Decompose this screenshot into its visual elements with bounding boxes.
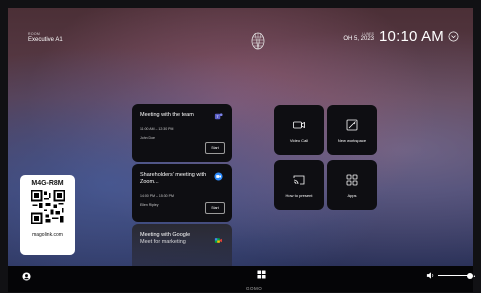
room-label: ROOM (28, 32, 41, 36)
qr-url: magolink.com (32, 232, 63, 238)
start-meeting-button[interactable]: Start (205, 142, 225, 154)
tile-label: New workspace (337, 137, 367, 143)
qr-sticker: M4G-R8M magolink.com (20, 175, 75, 255)
meeting-time: 14:00 PM – 15:30 PM (140, 194, 174, 198)
meeting-time: 11:00 AM – 12:30 PM (140, 127, 174, 131)
volume-slider[interactable] (438, 272, 473, 279)
home-grid-icon[interactable] (257, 270, 266, 279)
qr-code-icon (30, 190, 65, 224)
new-workspace-tile[interactable]: New workspace (327, 105, 377, 155)
apps-grid-icon (346, 174, 358, 185)
new-workspace-icon (346, 119, 358, 130)
meeting-card[interactable]: Meeting with the team T 11:00 AM – 12:30… (132, 104, 232, 162)
taskbar: GOMO ••• (8, 266, 476, 292)
start-meeting-button[interactable]: Start (205, 202, 225, 214)
apps-tile[interactable]: Apps (327, 160, 377, 210)
clock-widget: LUNES OH 5, 2023 10:10 AM (343, 28, 459, 45)
meeting-title: Meeting with the team (140, 112, 194, 118)
clock-day: LUNES (362, 31, 375, 36)
video-call-icon (293, 121, 305, 128)
room-info: ROOM Executive A1 (28, 32, 63, 43)
user-profile-icon[interactable] (22, 272, 31, 281)
pinecone-logo-icon (251, 32, 265, 50)
meeting-card[interactable]: Meeting with Google Meet for marketing (132, 224, 232, 266)
google-meet-icon (214, 238, 222, 243)
chevron-down-circle-icon[interactable] (448, 31, 459, 42)
volume-control[interactable] (426, 271, 473, 280)
meeting-subtitle: Meet for marketing (140, 239, 186, 245)
qr-code-label: M4G-R8M (31, 180, 64, 187)
how-to-present-tile[interactable]: How to present (274, 160, 324, 210)
home-screen: ROOM Executive A1 LUNES OH 5, 2023 10:10… (8, 8, 473, 266)
meeting-title: Meeting with Google (140, 232, 191, 238)
cast-icon (293, 175, 305, 184)
teams-icon: T (214, 113, 223, 120)
tile-label: Apps (347, 192, 357, 198)
meeting-title: Shareholders' meeting with Zoom... (140, 172, 207, 185)
meeting-card[interactable]: Shareholders' meeting with Zoom... 14:00… (132, 164, 232, 222)
meeting-host: John Doe (140, 136, 155, 140)
clock-time: 10:10 AM (379, 28, 444, 45)
video-call-tile[interactable]: Video Call (274, 105, 324, 155)
room-name: Executive A1 (28, 37, 63, 43)
brand-label: GOMO (246, 286, 263, 291)
tile-label: How to present (285, 192, 313, 198)
volume-icon[interactable] (426, 271, 435, 280)
tile-label: Video Call (289, 137, 309, 143)
more-options-icon[interactable]: ••• (468, 274, 476, 280)
zoom-icon (214, 172, 223, 181)
clock-date: OH 5, 2023 (343, 35, 375, 42)
